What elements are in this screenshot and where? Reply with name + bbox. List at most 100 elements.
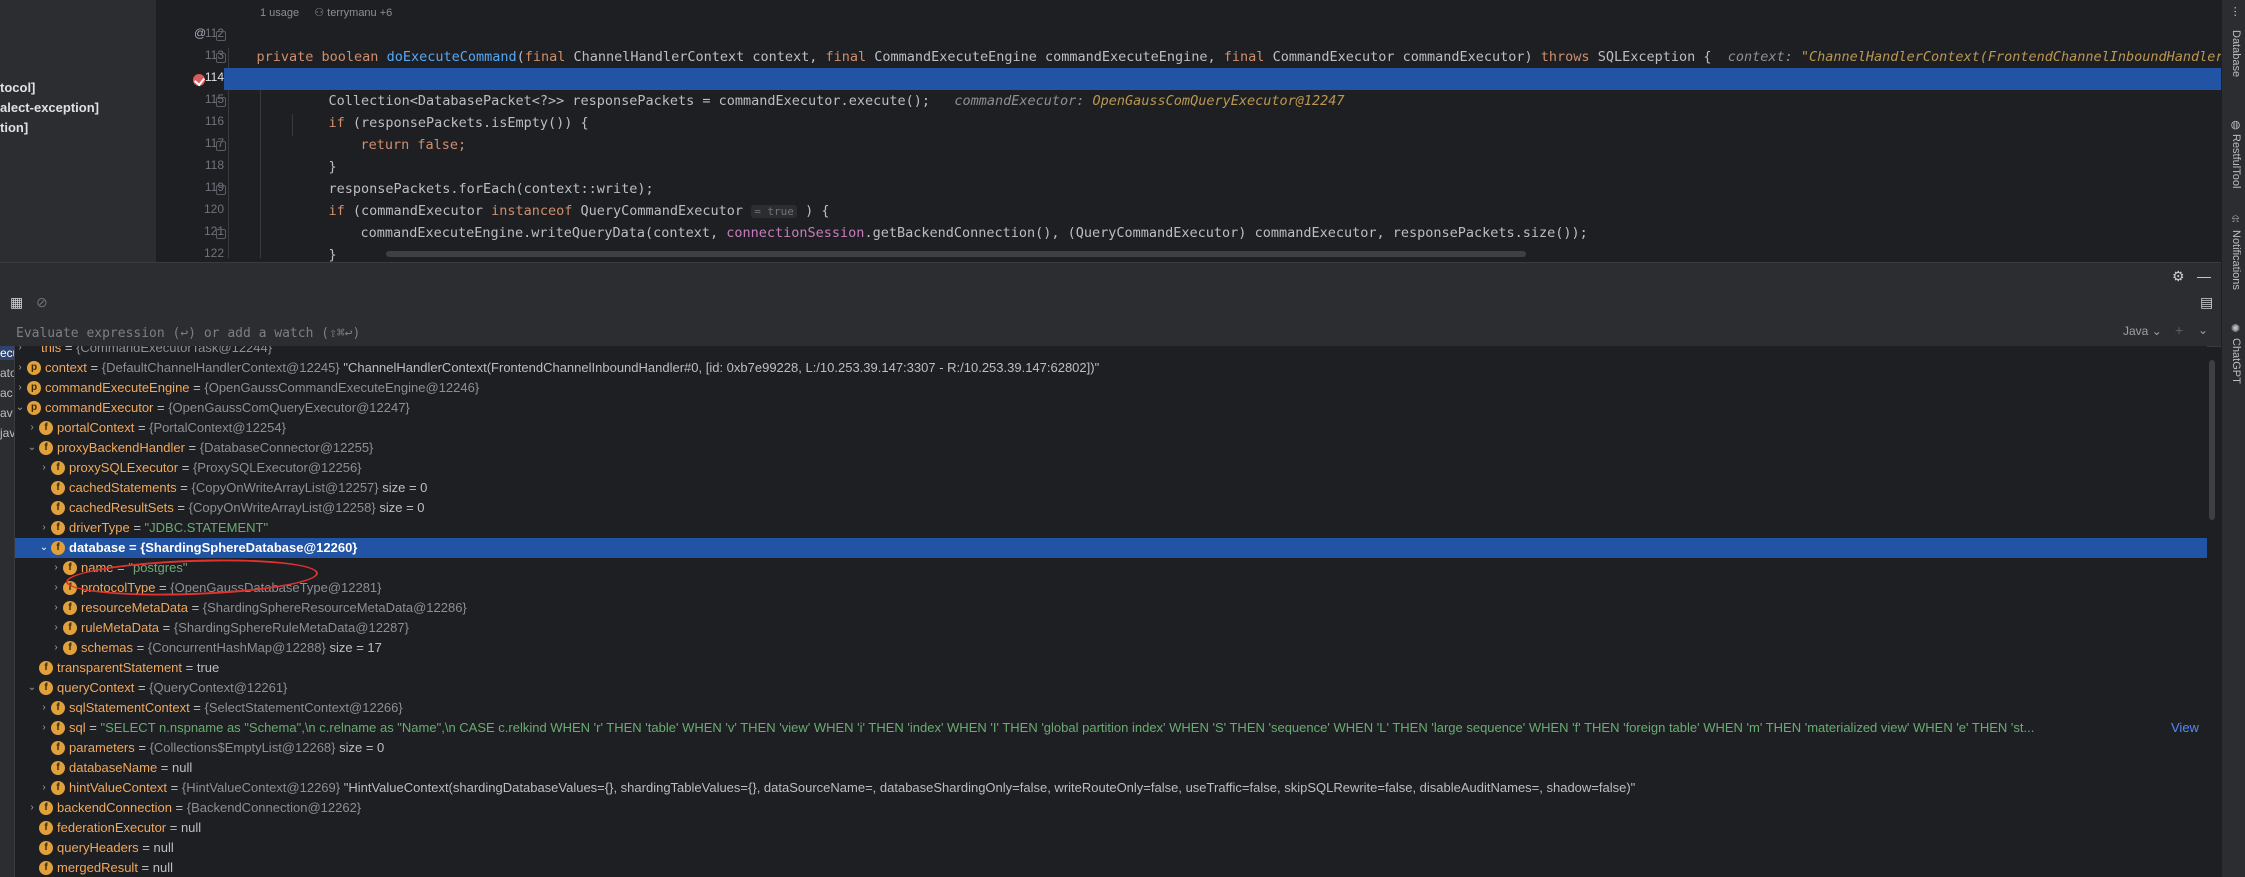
editor-horizontal-scrollbar[interactable] [386, 251, 1526, 257]
language-select[interactable]: Java ⌄ [2123, 324, 2162, 338]
variable-row[interactable]: › f proxySQLExecutor = {ProxySQLExecutor… [15, 458, 2207, 478]
project-tree-item[interactable]: tocol] [0, 80, 35, 95]
field-icon: f [63, 641, 77, 655]
code-line-121[interactable]: } [224, 222, 2221, 262]
frame-item[interactable]: ato [0, 366, 14, 380]
chevron-down-icon[interactable]: ⌄ [15, 398, 25, 418]
globe-icon[interactable]: ◍ [2226, 118, 2242, 131]
chevron-down-icon[interactable]: ⌄ [27, 678, 37, 698]
chevron-right-icon[interactable]: › [27, 418, 37, 438]
frame-item[interactable]: jav [0, 426, 14, 440]
chevron-down-icon[interactable]: ⌄ [39, 538, 49, 558]
chevron-right-icon[interactable]: › [51, 578, 61, 598]
variable-value: null [180, 820, 202, 835]
gear-icon[interactable]: ⚙ [2172, 268, 2185, 285]
evaluate-expression-input[interactable] [14, 322, 2058, 344]
variables-vertical-scrollbar[interactable] [2209, 350, 2215, 870]
chevron-right-icon[interactable]: › [39, 718, 49, 738]
chevron-down-icon[interactable]: ⌄ [2198, 323, 2208, 337]
variable-name: proxySQLExecutor [69, 460, 179, 475]
variable-row[interactable]: f cachedStatements = {CopyOnWriteArrayLi… [15, 478, 2207, 498]
layout-icon[interactable]: ▦ [10, 294, 23, 311]
view-link[interactable]: View [2171, 718, 2199, 738]
code-line-116[interactable]: return false; [224, 112, 2221, 153]
variables-tree[interactable]: › this = {CommandExecutorTask@12244} › p… [15, 346, 2207, 877]
variable-row[interactable]: › f sqlStatementContext = {SelectStateme… [15, 698, 2207, 718]
debug-toolbar: ▦ ⊘ ▤ [0, 288, 2221, 319]
code-line-119[interactable]: if (commandExecutor instanceof QueryComm… [224, 178, 2221, 219]
variable-row[interactable]: › f resourceMetaData = {ShardingSphereRe… [15, 598, 2207, 618]
variable-row[interactable]: › f schemas = {ConcurrentHashMap@12288} … [15, 638, 2207, 658]
code-vision-hint[interactable]: 1 usage ⚇ terrymanu +6 [260, 6, 392, 19]
variable-row[interactable]: › f driverType = "JDBC.STATEMENT" [15, 518, 2207, 538]
frames-panel[interactable]: ecu ato ac av jav [0, 346, 15, 877]
chevron-right-icon[interactable]: › [39, 518, 49, 538]
chevron-right-icon[interactable]: › [39, 778, 49, 798]
mute-breakpoints-icon[interactable]: ⊘ [36, 294, 48, 311]
code-line-118[interactable]: responsePackets.forEach(context::write); [224, 156, 2221, 197]
execution-point-line[interactable]: Collection<DatabasePacket<?>> responsePa… [224, 68, 2221, 109]
variable-row[interactable]: › f protocolType = {OpenGaussDatabaseTyp… [15, 578, 2207, 598]
variable-name: cachedResultSets [69, 500, 174, 515]
code-editor[interactable]: 112 113 114 115 116 117 118 119 120 121 … [156, 0, 2221, 262]
variable-row[interactable]: › f ruleMetaData = {ShardingSphereRuleMe… [15, 618, 2207, 638]
variable-row[interactable]: ⌄ f queryContext = {QueryContext@12261} [15, 678, 2207, 698]
chevron-right-icon[interactable]: › [15, 378, 25, 398]
variable-row[interactable]: › p context = {DefaultChannelHandlerCont… [15, 358, 2207, 378]
code-line-113[interactable]: try { [224, 46, 2221, 87]
code-line-120[interactable]: commandExecuteEngine.writeQueryData(cont… [224, 200, 2221, 241]
frame-item[interactable]: ecu [0, 346, 14, 360]
variable-row[interactable]: ⌄ p commandExecutor = {OpenGaussComQuery… [15, 398, 2207, 418]
chevron-right-icon[interactable]: › [51, 638, 61, 658]
author-hint[interactable]: terrymanu +6 [327, 7, 392, 19]
chevron-down-icon[interactable]: ⌄ [27, 438, 37, 458]
project-tree-item[interactable]: tion] [0, 120, 28, 135]
panel-layout-icon[interactable]: ▤ [2200, 294, 2213, 311]
code-line-117[interactable]: } [224, 134, 2221, 175]
editor-gutter[interactable]: 112 113 114 115 116 117 118 119 120 121 … [156, 0, 224, 262]
frame-item[interactable]: av [0, 406, 13, 420]
code-line-112[interactable]: private boolean doExecuteCommand(final C… [224, 24, 2221, 65]
frame-item[interactable]: ac [0, 386, 13, 400]
tool-database[interactable]: Database [2226, 30, 2242, 77]
variable-row[interactable]: › f sql = "SELECT n.nspname as "Schema",… [15, 718, 2207, 738]
tool-restfultool[interactable]: RestfulTool [2226, 134, 2242, 188]
usage-count[interactable]: 1 usage [260, 7, 299, 19]
chevron-right-icon[interactable]: › [39, 458, 49, 478]
chevron-right-icon[interactable]: › [15, 346, 25, 358]
chevron-right-icon[interactable]: › [15, 358, 25, 378]
variable-row[interactable]: › f hintValueContext = {HintValueContext… [15, 778, 2207, 798]
variable-row[interactable]: f databaseName = null [15, 758, 2207, 778]
chevron-right-icon[interactable]: › [51, 558, 61, 578]
variable-row[interactable]: f mergedResult = null [15, 858, 2207, 877]
code-line-115[interactable]: if (responsePackets.isEmpty()) { [224, 90, 2221, 131]
variable-row[interactable]: › p commandExecuteEngine = {OpenGaussCom… [15, 378, 2207, 398]
variable-row[interactable]: f parameters = {Collections$EmptyList@12… [15, 738, 2207, 758]
project-tree-item[interactable]: alect-exception] [0, 100, 99, 115]
chevron-right-icon[interactable]: › [39, 698, 49, 718]
variable-row[interactable]: › f backendConnection = {BackendConnecti… [15, 798, 2207, 818]
variable-row[interactable]: f federationExecutor = null [15, 818, 2207, 838]
bell-icon[interactable]: ⍾ [2226, 214, 2242, 225]
chatgpt-icon[interactable]: ✺ [2226, 322, 2242, 335]
variable-row[interactable]: › f portalContext = {PortalContext@12254… [15, 418, 2207, 438]
variable-name: proxyBackendHandler [57, 440, 185, 455]
variable-row[interactable]: ⌄ f proxyBackendHandler = {DatabaseConne… [15, 438, 2207, 458]
field-icon: f [39, 441, 53, 455]
chevron-right-icon[interactable]: › [51, 618, 61, 638]
more-icon[interactable]: ⋯ [2226, 6, 2242, 17]
variable-row[interactable]: › this = {CommandExecutorTask@12244} [15, 346, 2207, 358]
variable-row[interactable]: f cachedResultSets = {CopyOnWriteArrayLi… [15, 498, 2207, 518]
variable-row[interactable]: f queryHeaders = null [15, 838, 2207, 858]
chevron-right-icon[interactable]: › [27, 798, 37, 818]
tool-notifications[interactable]: Notifications [2226, 230, 2242, 290]
add-watch-icon[interactable]: + [2175, 322, 2183, 338]
variable-row[interactable]: f transparentStatement = true [15, 658, 2207, 678]
variable-row-selected[interactable]: ⌄ f database = {ShardingSphereDatabase@1… [15, 538, 2207, 558]
minimize-icon[interactable]: — [2197, 268, 2211, 284]
tool-chatgpt[interactable]: ChatGPT [2226, 338, 2242, 384]
breakpoint-icon[interactable] [193, 74, 205, 86]
implements-icon[interactable]: @ [194, 26, 206, 40]
variable-row[interactable]: › f name = "postgres" [15, 558, 2207, 578]
chevron-right-icon[interactable]: › [51, 598, 61, 618]
